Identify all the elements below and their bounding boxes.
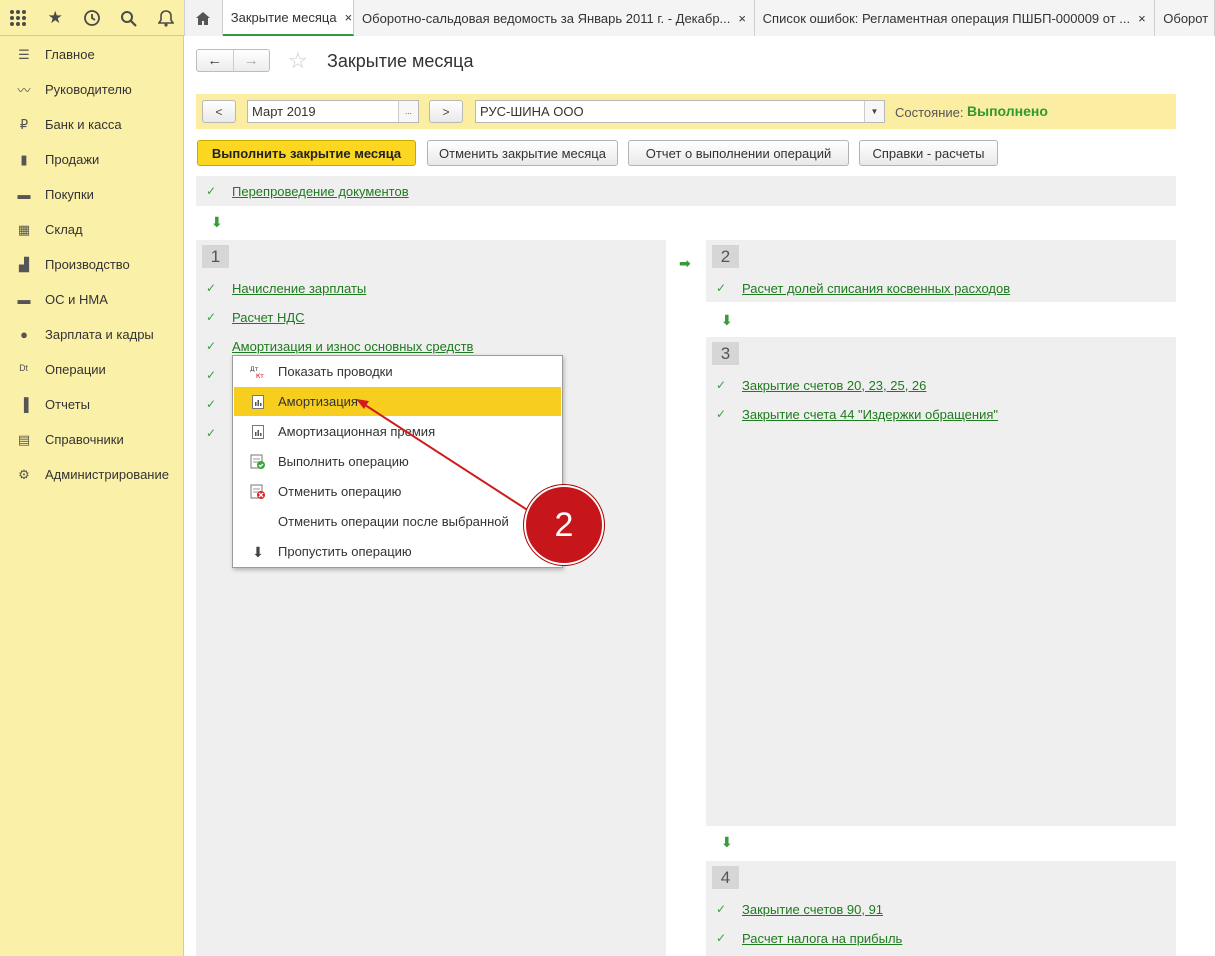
sidebar-item-label: ОС и НМА bbox=[45, 292, 108, 307]
top-bar: ★ Закрытие месяца × Оборотно-сальдовая в… bbox=[0, 0, 1215, 36]
cart-icon: ▬ bbox=[17, 187, 31, 202]
top-toolbar: ★ bbox=[0, 0, 184, 36]
warehouse-grid-icon: ▦ bbox=[17, 221, 31, 237]
sidebar-item-label: Руководителю bbox=[45, 82, 132, 97]
history-icon[interactable] bbox=[74, 0, 111, 36]
books-icon: ▤ bbox=[17, 431, 31, 447]
apps-grid-icon[interactable] bbox=[0, 0, 37, 36]
step-badge: 2 bbox=[524, 485, 604, 565]
sidebar-item-main[interactable]: ☰ Главное bbox=[0, 37, 183, 72]
tab-label: Оборотно-сальдовая ведомость за Январь 2… bbox=[362, 10, 731, 26]
sidebar-item-label: Продажи bbox=[45, 152, 100, 167]
dt-kt-icon: ᴰᵗ bbox=[19, 362, 29, 377]
home-icon[interactable] bbox=[185, 0, 223, 36]
trend-chart-icon: 〰 bbox=[17, 83, 31, 98]
sidebar-item-operations[interactable]: ᴰᵗ Операции bbox=[0, 352, 183, 387]
sidebar-item-purchases[interactable]: ▬ Покупки bbox=[0, 177, 183, 212]
search-icon[interactable] bbox=[110, 0, 147, 36]
tab-label: Оборот bbox=[1163, 10, 1209, 26]
tab-month-closing[interactable]: Закрытие месяца × bbox=[222, 0, 355, 36]
sidebar-item-production[interactable]: ▟ Производство bbox=[0, 247, 183, 282]
sidebar-item-label: Банк и касса bbox=[45, 117, 122, 132]
sidebar-item-label: Операции bbox=[45, 362, 106, 377]
tab-turnover[interactable]: Оборот bbox=[1155, 0, 1215, 36]
sidebar-item-warehouse[interactable]: ▦ Склад bbox=[0, 212, 183, 247]
sidebar-item-label: Склад bbox=[45, 222, 83, 237]
sidebar-item-sales[interactable]: ▮ Продажи bbox=[0, 142, 183, 177]
bell-icon[interactable] bbox=[147, 0, 184, 36]
close-icon[interactable]: × bbox=[738, 11, 746, 26]
sidebar-item-label: Главное bbox=[45, 47, 95, 62]
sidebar-item-bank[interactable]: ₽ Банк и касса bbox=[0, 107, 183, 142]
sidebar-item-catalogs[interactable]: ▤ Справочники bbox=[0, 422, 183, 457]
truck-icon: ▬ bbox=[17, 292, 31, 307]
sidebar: ☰ Главное 〰 Руководителю ₽ Банк и касса ▮ Пр… bbox=[0, 36, 184, 956]
ruble-coin-icon: ₽ bbox=[19, 116, 29, 132]
tab-label: Закрытие месяца bbox=[230, 9, 337, 25]
gear-icon: ⚙ bbox=[18, 466, 30, 482]
close-icon[interactable]: × bbox=[345, 10, 353, 25]
sidebar-item-label: Отчеты bbox=[45, 397, 90, 412]
factory-icon: ▟ bbox=[19, 256, 29, 272]
sidebar-item-label: Покупки bbox=[45, 187, 94, 202]
sidebar-item-admin[interactable]: ⚙ Администрирование bbox=[0, 457, 183, 492]
tab-strip: Закрытие месяца × Оборотно-сальдовая вед… bbox=[184, 0, 1215, 36]
sidebar-item-management[interactable]: 〰 Руководителю bbox=[0, 72, 183, 107]
sidebar-item-payroll[interactable]: ● Зарплата и кадры bbox=[0, 317, 183, 352]
tab-turnover-balance[interactable]: Оборотно-сальдовая ведомость за Январь 2… bbox=[354, 0, 755, 36]
menu-lines-icon: ☰ bbox=[18, 46, 30, 62]
annotation-arrow bbox=[356, 399, 530, 512]
close-icon[interactable]: × bbox=[1138, 11, 1146, 26]
star-icon[interactable]: ★ bbox=[37, 0, 74, 36]
tab-error-list[interactable]: Список ошибок: Регламентная операция ПШБ… bbox=[754, 0, 1156, 36]
sidebar-item-fixed-assets[interactable]: ▬ ОС и НМА bbox=[0, 282, 183, 317]
person-icon: ● bbox=[20, 327, 28, 342]
sidebar-item-reports[interactable]: ▐ Отчеты bbox=[0, 387, 183, 422]
sidebar-item-label: Производство bbox=[45, 257, 130, 272]
sidebar-item-label: Справочники bbox=[45, 432, 124, 447]
main-content: ← → ☆ Закрытие месяца < Март 2019 ... > … bbox=[184, 36, 1215, 956]
bar-chart-icon: ▐ bbox=[19, 397, 29, 412]
tab-label: Список ошибок: Регламентная операция ПШБ… bbox=[762, 10, 1131, 26]
shopping-bag-icon: ▮ bbox=[20, 151, 28, 167]
sidebar-item-label: Администрирование bbox=[45, 467, 169, 482]
sidebar-item-label: Зарплата и кадры bbox=[45, 327, 154, 342]
